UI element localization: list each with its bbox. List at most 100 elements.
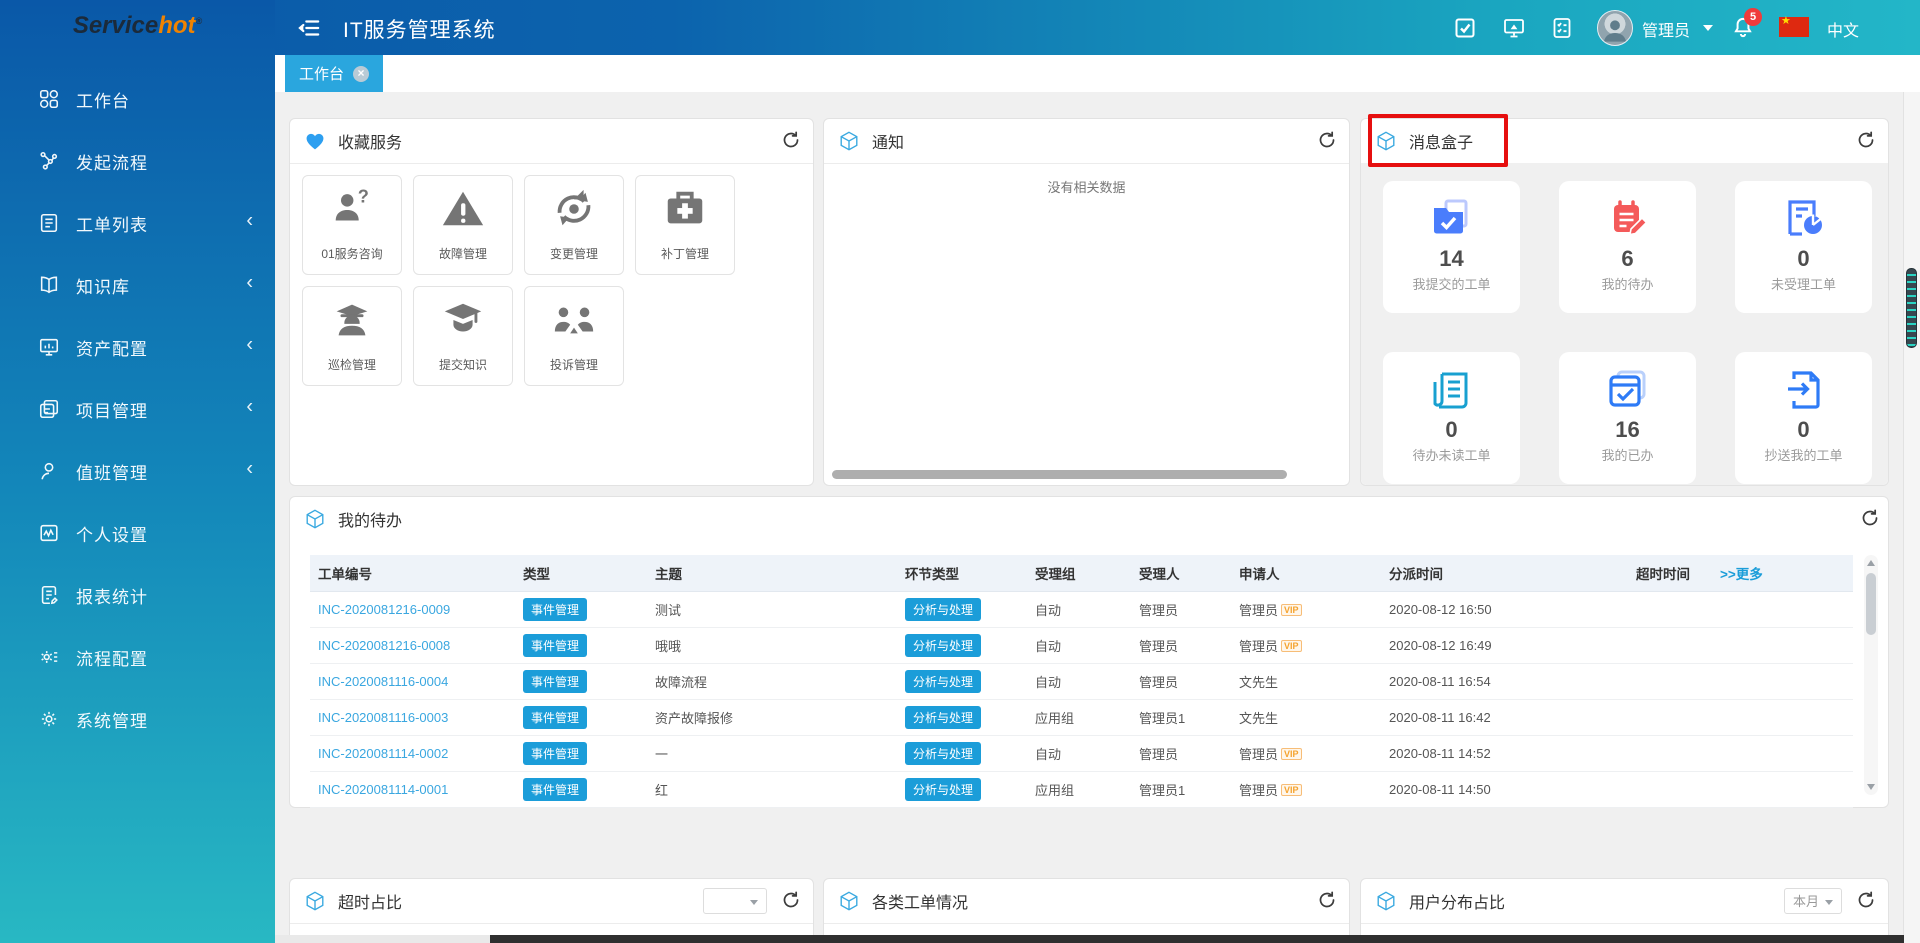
group-cell: 应用组 <box>1035 780 1139 799</box>
china-flag-icon[interactable]: ★ <box>1779 17 1809 37</box>
scroll-down-arrow-icon[interactable] <box>1867 784 1875 790</box>
stat-tile-my-todo[interactable]: 6 我的待办 <box>1559 181 1696 313</box>
service-tile-complaint-mgmt[interactable]: 投诉管理 <box>524 286 624 386</box>
service-tile-change-mgmt[interactable]: 变更管理 <box>524 175 624 275</box>
stat-tile-cc-to-me[interactable]: 0 抄送我的工单 <box>1735 352 1872 484</box>
approval-check-icon[interactable] <box>1453 16 1477 40</box>
applicant-name: 管理员 <box>1239 603 1278 618</box>
tab-close-icon[interactable]: × <box>353 66 369 82</box>
service-tile-fault-mgmt[interactable]: 故障管理 <box>413 175 513 275</box>
sidebar-item-duty-mgmt[interactable]: 值班管理 ‹ <box>0 440 275 502</box>
patch-kit-icon <box>662 186 708 232</box>
scroll-up-arrow-icon[interactable] <box>1867 560 1875 566</box>
col-header-timeout: 超时时间 <box>1591 563 1696 583</box>
sidebar-item-report-stats[interactable]: 报表统计 <box>0 564 275 626</box>
page-scrollbar-thumb[interactable] <box>490 935 1904 943</box>
collapse-menu-icon[interactable] <box>296 15 322 41</box>
refresh-icon[interactable] <box>1317 130 1337 150</box>
change-cycle-gear-icon <box>551 186 597 232</box>
tab-workbench[interactable]: 工作台 × <box>285 55 383 92</box>
refresh-icon[interactable] <box>1856 890 1876 910</box>
table-row[interactable]: INC-2020081216-0008 事件管理 哦哦 分析与处理 自动 管理员… <box>310 628 1853 664</box>
language-switch[interactable]: 中文 <box>1827 17 1859 41</box>
more-link[interactable]: >>更多 <box>1696 563 1788 583</box>
refresh-icon[interactable] <box>1856 130 1876 150</box>
page-horizontal-scrollbar[interactable] <box>275 935 1904 943</box>
report-pen-icon <box>38 584 60 606</box>
favorite-services-grid: ? 01服务咨询 故障管理 <box>290 163 813 485</box>
group-cell: 自动 <box>1035 600 1139 619</box>
applicant-name: 管理员 <box>1239 639 1278 654</box>
message-box-grid: 14 我提交的工单 6 我的待办 <box>1361 163 1888 485</box>
stat-tile-my-done[interactable]: 16 我的已办 <box>1559 352 1696 484</box>
page-vertical-scrollbar[interactable] <box>1903 92 1920 943</box>
ticket-id-link[interactable]: INC-2020081216-0009 <box>318 602 450 617</box>
sidebar-item-workbench[interactable]: 工作台 <box>0 68 275 130</box>
service-tile-label: 变更管理 <box>550 245 598 262</box>
col-header-dispatch-time: 分派时间 <box>1389 563 1591 583</box>
sidebar-item-asset-config[interactable]: 资产配置 ‹ <box>0 316 275 378</box>
sidebar-item-start-process[interactable]: 发起流程 <box>0 130 275 192</box>
service-tile-patrol-mgmt[interactable]: 巡检管理 <box>302 286 402 386</box>
person-question-icon: ? <box>329 186 375 232</box>
ticket-id-link[interactable]: INC-2020081116-0003 <box>318 710 448 725</box>
chevron-left-icon: ‹ <box>246 272 253 295</box>
period-select[interactable] <box>703 888 767 914</box>
dispatch-time-cell: 2020-08-11 14:52 <box>1389 746 1591 761</box>
username-menu[interactable]: 管理员 <box>1642 17 1690 41</box>
panel-header: 各类工单情况 <box>824 879 1349 924</box>
scrollbar-thumb[interactable] <box>1866 573 1876 635</box>
refresh-icon[interactable] <box>1317 890 1337 910</box>
warning-triangle-icon <box>440 186 486 232</box>
sidebar-item-ticket-list[interactable]: 工单列表 ‹ <box>0 192 275 254</box>
notifications-bell-icon[interactable]: 5 <box>1730 14 1758 42</box>
refresh-icon[interactable] <box>1860 508 1880 528</box>
sidebar-item-system-mgmt[interactable]: 系统管理 <box>0 688 275 750</box>
ticket-id-link[interactable]: INC-2020081116-0004 <box>318 674 448 689</box>
refresh-icon[interactable] <box>781 890 801 910</box>
page-scrollbar-thumb[interactable] <box>1906 268 1917 348</box>
task-list-icon[interactable] <box>1550 16 1574 40</box>
person-icon <box>38 460 60 482</box>
sidebar-item-knowledge-base[interactable]: 知识库 ‹ <box>0 254 275 316</box>
table-row[interactable]: INC-2020081114-0001 事件管理 红 分析与处理 应用组 管理员… <box>310 772 1853 808</box>
refresh-icon[interactable] <box>781 130 801 150</box>
sidebar-item-process-config[interactable]: 流程配置 <box>0 626 275 688</box>
table-row[interactable]: INC-2020081116-0004 事件管理 故障流程 分析与处理 自动 管… <box>310 664 1853 700</box>
user-avatar[interactable] <box>1597 10 1633 46</box>
table-vertical-scrollbar[interactable] <box>1864 555 1878 795</box>
stat-tile-unread-todo[interactable]: 0 待办未读工单 <box>1383 352 1520 484</box>
service-tile-patch-mgmt[interactable]: 补丁管理 <box>635 175 735 275</box>
ticket-id-link[interactable]: INC-2020081216-0008 <box>318 638 450 653</box>
table-row[interactable]: INC-2020081116-0003 事件管理 资产故障报修 分析与处理 应用… <box>310 700 1853 736</box>
gear-icon <box>38 708 60 730</box>
sidebar-item-personal-settings[interactable]: 个人设置 <box>0 502 275 564</box>
applicant-name: 管理员 <box>1239 747 1278 762</box>
ticket-id-link[interactable]: INC-2020081114-0002 <box>318 746 448 761</box>
col-header-stage-type: 环节类型 <box>905 563 1035 583</box>
table-row[interactable]: INC-2020081114-0002 事件管理 一 分析与处理 自动 管理员 … <box>310 736 1853 772</box>
stage-badge: 分析与处理 <box>905 706 981 729</box>
col-header-group: 受理组 <box>1035 563 1139 583</box>
stage-badge: 分析与处理 <box>905 742 981 765</box>
service-tile-consult[interactable]: ? 01服务咨询 <box>302 175 402 275</box>
horizontal-scrollbar-thumb[interactable] <box>832 470 1287 479</box>
sidebar-item-project-mgmt[interactable]: 项目管理 ‹ <box>0 378 275 440</box>
service-tile-submit-knowledge[interactable]: 提交知识 <box>413 286 513 386</box>
group-cell: 自动 <box>1035 672 1139 691</box>
service-tile-label: 01服务咨询 <box>321 245 382 262</box>
empty-state-text: 没有相关数据 <box>824 177 1349 196</box>
cube-icon <box>838 130 860 152</box>
handler-cell: 管理员 <box>1139 600 1239 619</box>
table-row[interactable]: INC-2020081216-0009 事件管理 测试 分析与处理 自动 管理员… <box>310 592 1853 628</box>
panel-title: 用户分布占比 <box>1409 889 1505 913</box>
dispatch-time-cell: 2020-08-11 16:54 <box>1389 674 1591 689</box>
period-select[interactable]: 本月 <box>1784 888 1842 914</box>
ticket-id-link[interactable]: INC-2020081114-0001 <box>318 782 448 797</box>
applicant-cell: 文先生 <box>1239 672 1389 691</box>
screen-monitor-icon[interactable] <box>1502 16 1526 40</box>
stat-tile-my-submitted[interactable]: 14 我提交的工单 <box>1383 181 1520 313</box>
panel-header: 消息盒子 <box>1361 119 1888 164</box>
stat-tile-unaccepted[interactable]: 0 未受理工单 <box>1735 181 1872 313</box>
stat-label: 未受理工单 <box>1735 274 1872 293</box>
